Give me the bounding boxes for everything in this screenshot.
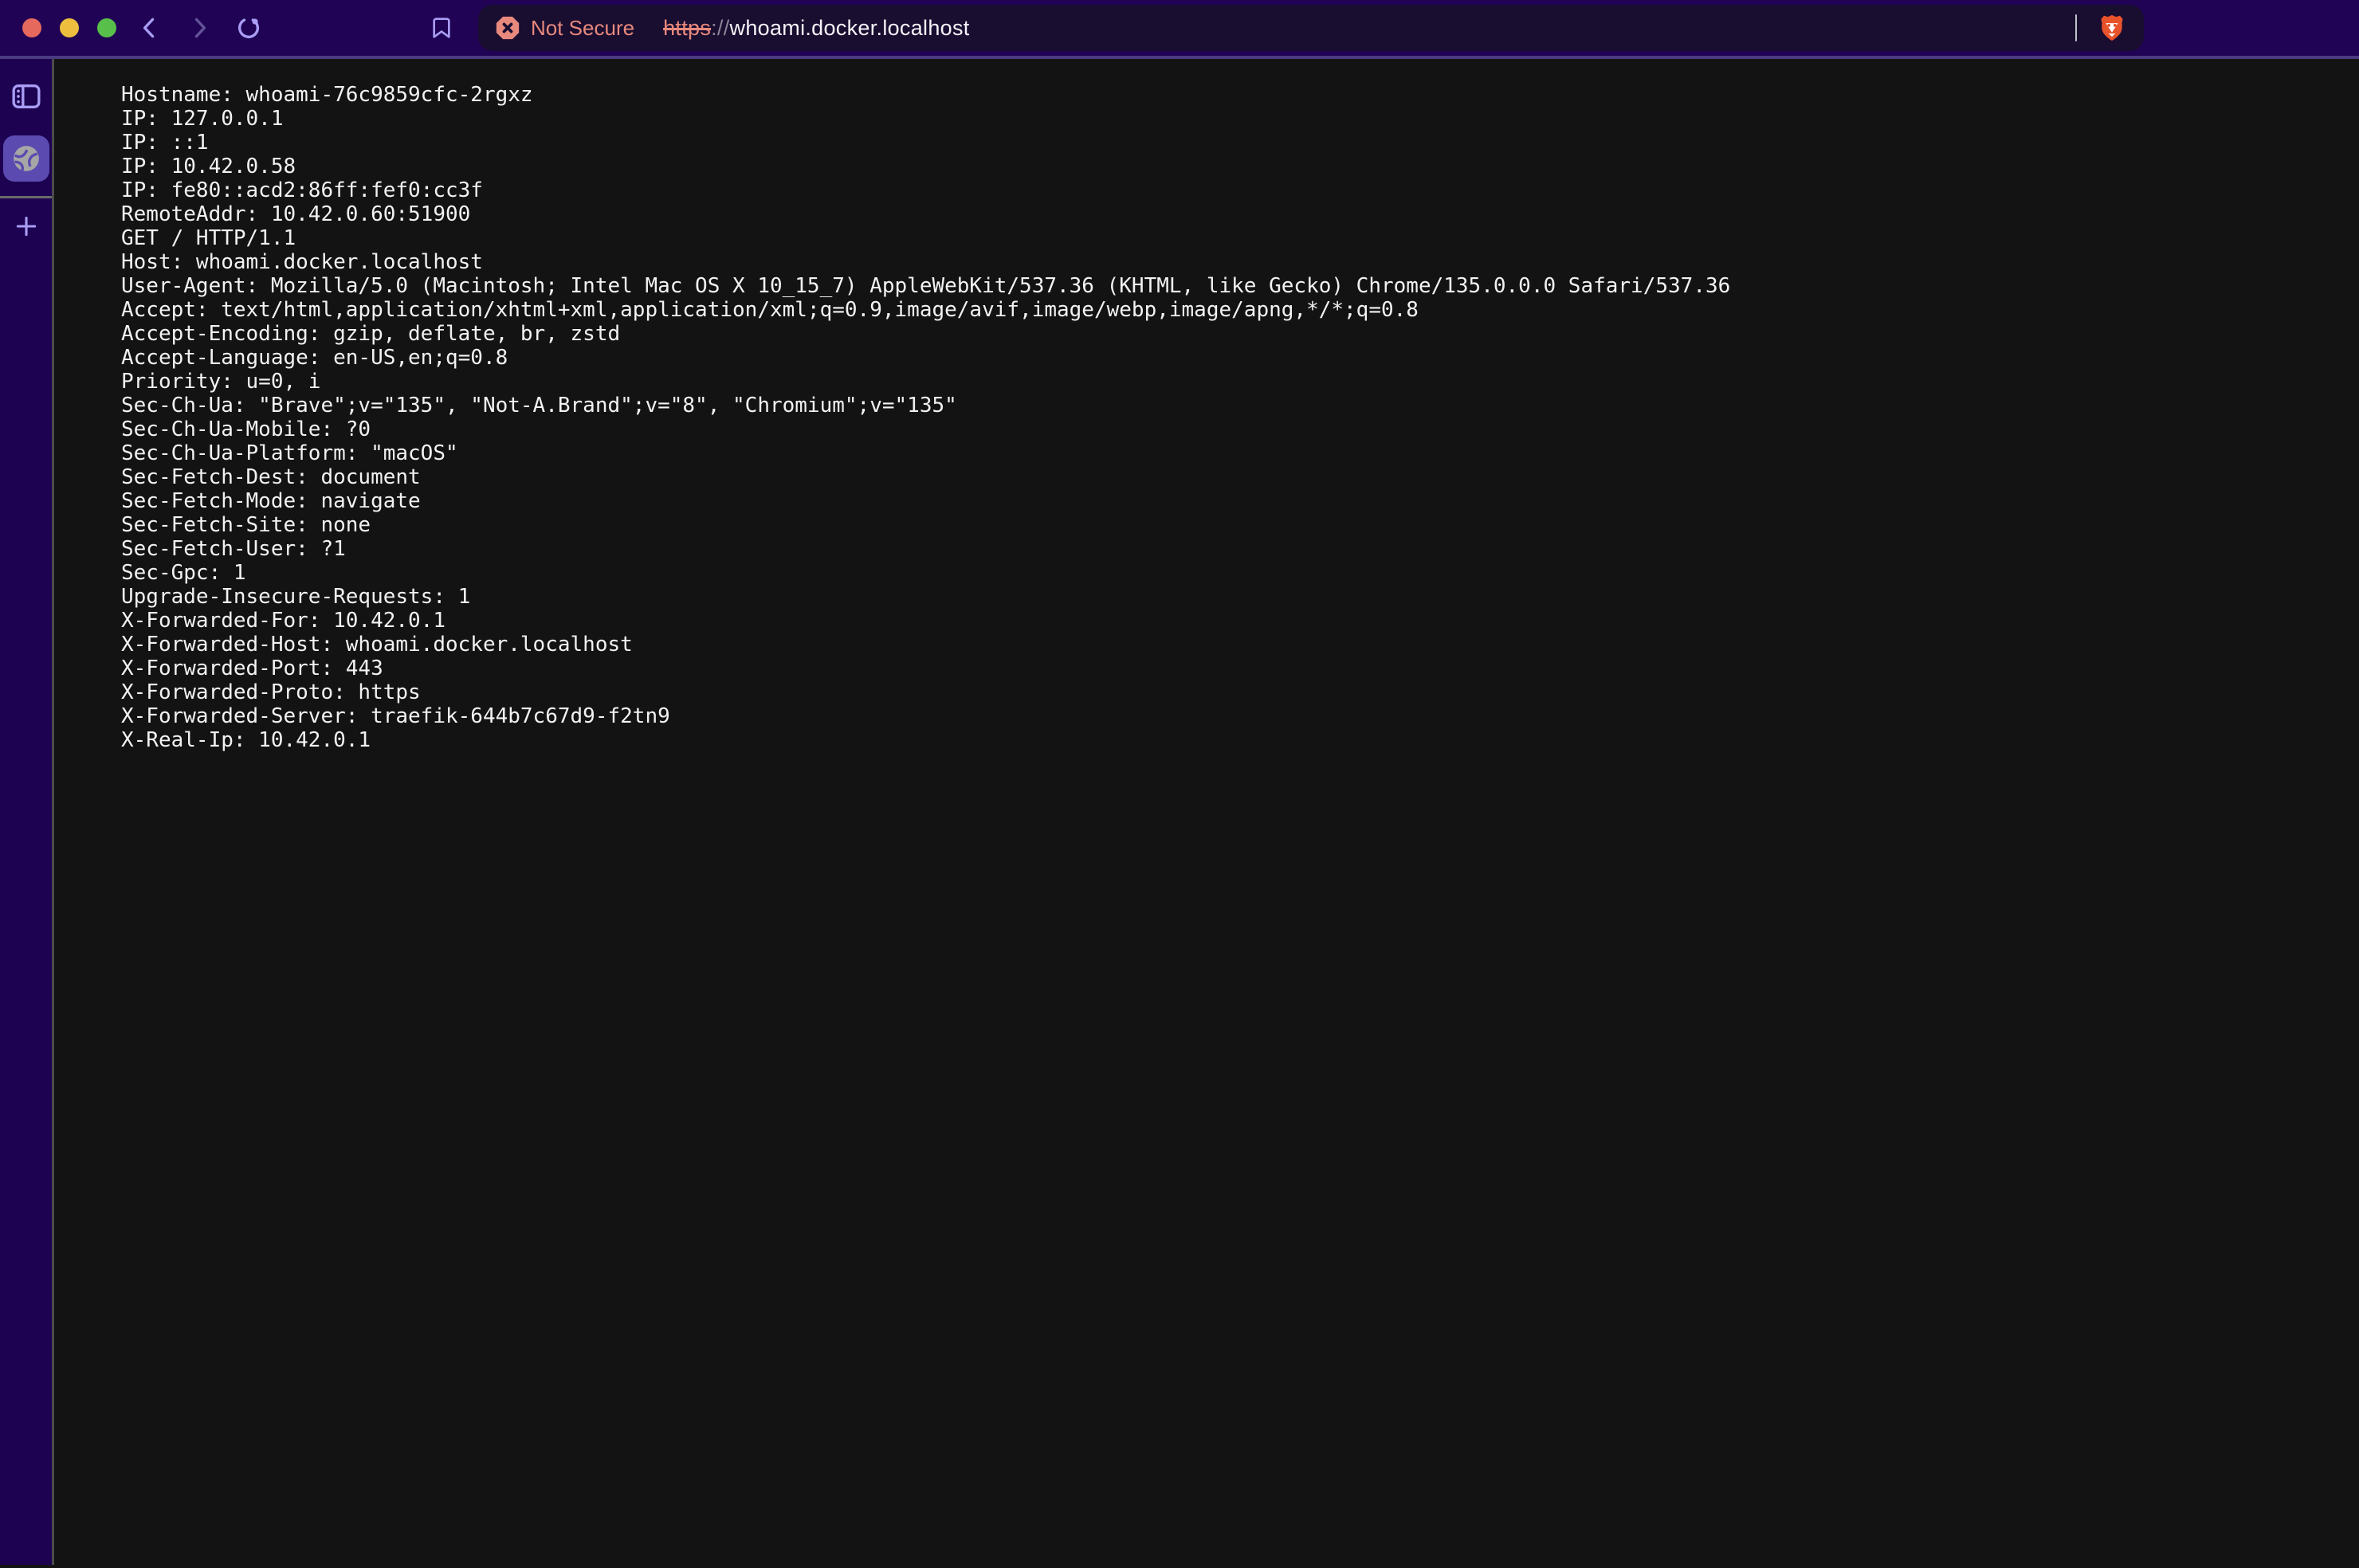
- url-scheme: https: [663, 16, 711, 41]
- bookmark-icon: [429, 15, 454, 41]
- bookmark-button[interactable]: [426, 12, 457, 44]
- window-controls: [22, 18, 116, 37]
- window-close-button[interactable]: [22, 18, 41, 37]
- forward-icon: [186, 14, 213, 41]
- address-bar[interactable]: Not Secure https://whoami.docker.localho…: [478, 5, 2144, 51]
- url-host: whoami.docker.localhost: [730, 16, 970, 41]
- not-secure-octagon-icon: [494, 14, 521, 41]
- url-text: https://whoami.docker.localhost: [663, 16, 970, 41]
- forward-button: [183, 12, 215, 44]
- globe-icon: [10, 143, 42, 174]
- back-icon: [136, 14, 163, 41]
- web-page-content: Hostname: whoami-76c9859cfc-2rgxz IP: 12…: [54, 59, 2359, 1565]
- brave-shields-button[interactable]: [2096, 12, 2128, 44]
- window-minimize-button[interactable]: [60, 18, 79, 37]
- new-tab-button[interactable]: [11, 211, 41, 241]
- tab-whoami-active[interactable]: [3, 135, 49, 182]
- sidebar-toggle-button[interactable]: [8, 80, 45, 113]
- reload-icon: [235, 14, 262, 41]
- security-badge-label[interactable]: Not Secure: [531, 16, 634, 41]
- reload-button[interactable]: [233, 12, 265, 44]
- brave-shield-icon: [2097, 13, 2127, 43]
- response-text: Hostname: whoami-76c9859cfc-2rgxz IP: 12…: [54, 59, 2359, 768]
- addressbar-separator: [2075, 14, 2077, 41]
- window-zoom-button[interactable]: [97, 18, 116, 37]
- vertical-tab-sidebar: [0, 59, 54, 1565]
- plus-icon: [13, 213, 40, 240]
- sidebar-toggle-icon: [9, 80, 44, 112]
- back-button[interactable]: [134, 12, 166, 44]
- url-scheme-separator: ://: [711, 16, 729, 41]
- browser-toolbar: Not Secure https://whoami.docker.localho…: [0, 0, 2359, 59]
- sidebar-divider: [0, 196, 52, 198]
